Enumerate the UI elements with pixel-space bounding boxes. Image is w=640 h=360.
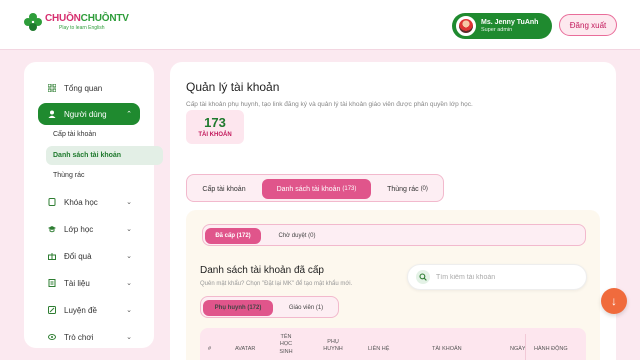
account-count-card: 173 TÀI KHOẢN: [186, 110, 244, 144]
sidebar-item-label: Khóa học: [64, 197, 98, 207]
main-content: Quản lý tài khoản Cấp tài khoản phụ huyn…: [170, 62, 616, 360]
tab-trash[interactable]: Thùng rác (0): [376, 179, 439, 199]
sidebar-subitem-account-list[interactable]: Danh sách tài khoản: [46, 146, 163, 165]
section-hint: Quên mật khẩu? Chọn "Đặt lại MK" để tạo …: [200, 281, 353, 287]
sidebar-item-rewards[interactable]: Đổi quà ⌄: [38, 245, 140, 267]
sidebar-item-practice[interactable]: Luyện đề ⌄: [38, 299, 140, 321]
logo-tagline: Play to learn English: [59, 24, 105, 31]
account-count-label: TÀI KHOẢN: [198, 132, 232, 138]
clover-icon: [24, 13, 42, 31]
top-header: CHUỒNCHUỒNTV Play to learn English Ms. J…: [0, 0, 640, 50]
user-role: Super admin: [481, 26, 513, 33]
document-icon: [48, 279, 56, 287]
column-header: TÊN HỌC SINH: [279, 334, 293, 355]
sidebar-item-label: Đổi quà: [64, 251, 92, 261]
sidebar-item-users[interactable]: Người dùng ⌃: [38, 103, 140, 125]
chevron-down-icon: ⌄: [126, 280, 132, 287]
sidebar-item-label: Tổng quan: [64, 83, 103, 93]
column-header: #: [208, 346, 212, 352]
tab-teachers[interactable]: Giáo viên (1): [277, 300, 335, 316]
pen-icon: [48, 306, 56, 314]
chevron-up-icon: ⌃: [126, 111, 132, 118]
sidebar-item-games[interactable]: Trò chơi ⌄: [38, 326, 140, 348]
sidebar-item-overview[interactable]: Tổng quan: [38, 77, 140, 99]
chevron-down-icon: ⌄: [126, 307, 132, 314]
search-icon: [416, 270, 430, 284]
column-header: HÀNH ĐỘNG: [534, 346, 568, 352]
search-input[interactable]: [436, 273, 576, 281]
column-header: PHỤ HUYNH: [323, 339, 343, 353]
chevron-down-icon: ⌄: [126, 199, 132, 206]
page-description: Cấp tài khoản phụ huynh, tạo link đăng k…: [186, 101, 473, 108]
book-icon: [48, 198, 56, 206]
account-count: 173: [204, 115, 226, 130]
sidebar-item-label: Lớp học: [64, 224, 94, 234]
column-header: TÀI KHOẢN: [432, 346, 462, 352]
status-tabs: Đã cấp (172) Chờ duyệt (0): [202, 224, 586, 246]
sidebar-item-label: Người dùng: [64, 109, 107, 119]
avatar: [456, 16, 476, 36]
chevron-down-icon: ⌄: [126, 253, 132, 260]
dashboard-icon: [48, 84, 56, 92]
sidebar-item-label: Tài liệu: [64, 278, 90, 288]
tab-parents[interactable]: Phụ huynh (172): [203, 300, 273, 316]
arrow-down-icon[interactable]: ↓: [601, 288, 627, 314]
role-tabs: Phụ huynh (172) Giáo viên (1): [200, 296, 339, 318]
logo-name: CHUỒNCHUỒNTV: [45, 12, 129, 24]
users-icon: [48, 110, 56, 118]
logout-button[interactable]: Đăng xuất: [559, 14, 617, 36]
column-header: NGÀY: [510, 346, 526, 352]
tab-issued[interactable]: Đã cấp (172): [205, 228, 261, 244]
sidebar: Tổng quan Người dùng ⌃ Cấp tài khoản Dan…: [24, 62, 163, 348]
table-header: # AVATAR TÊN HỌC SINH PHỤ HUYNH LIÊN HỆ …: [200, 328, 586, 360]
chevron-down-icon: ⌄: [126, 334, 132, 341]
sidebar-item-documents[interactable]: Tài liệu ⌄: [38, 272, 140, 294]
section-title: Danh sách tài khoản đã cấp: [200, 265, 324, 276]
sidebar-subitem-create-account[interactable]: Cấp tài khoản: [46, 125, 163, 144]
tab-account-list[interactable]: Danh sách tài khoản (173): [262, 179, 371, 199]
user-menu[interactable]: Ms. Jenny TuAnh Super admin: [452, 13, 552, 39]
search-box: [407, 264, 587, 290]
user-name: Ms. Jenny TuAnh: [481, 18, 539, 26]
sidebar-item-classes[interactable]: Lớp học ⌄: [38, 218, 140, 240]
page-title: Quản lý tài khoản: [186, 80, 280, 94]
column-header: AVATAR: [235, 346, 256, 352]
logo[interactable]: CHUỒNCHUỒNTV Play to learn English: [24, 13, 129, 31]
sidebar-subitem-trash[interactable]: Thùng rác: [46, 166, 163, 185]
sidebar-item-courses[interactable]: Khóa học ⌄: [38, 191, 140, 213]
tab-create-account[interactable]: Cấp tài khoản: [191, 179, 257, 199]
column-header: LIÊN HỆ: [368, 346, 390, 352]
gift-icon: [48, 252, 56, 260]
game-icon: [48, 333, 56, 341]
account-list-panel: Đã cấp (172) Chờ duyệt (0) Danh sách tài…: [186, 210, 600, 360]
graduation-cap-icon: [48, 225, 56, 233]
sidebar-item-label: Trò chơi: [64, 332, 94, 342]
main-tabs: Cấp tài khoản Danh sách tài khoản (173) …: [186, 174, 444, 202]
sidebar-item-label: Luyện đề: [64, 305, 97, 315]
tab-pending[interactable]: Chờ duyệt (0): [265, 228, 329, 244]
chevron-down-icon: ⌄: [126, 226, 132, 233]
